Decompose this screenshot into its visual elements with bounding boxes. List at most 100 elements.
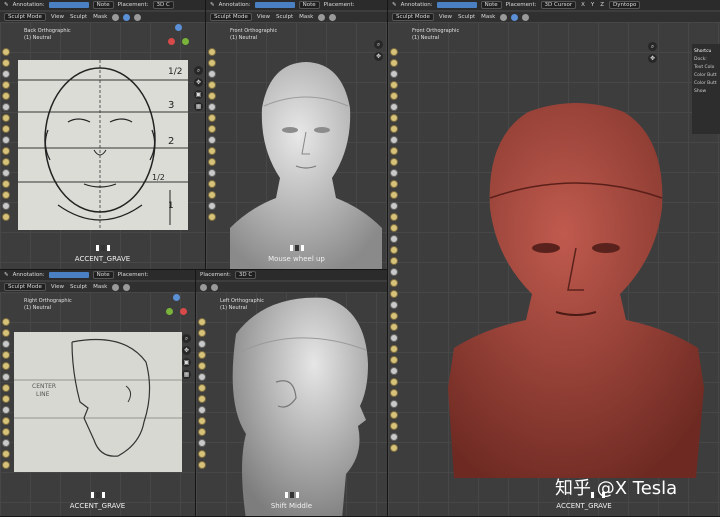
sculpt-toolbar[interactable] xyxy=(388,48,399,452)
head-sculpt-main xyxy=(448,103,704,478)
viewport-area[interactable]: Back Orthographic (1) Neutral ⌕ ✥ ▣ ▦ 1/… xyxy=(0,22,205,269)
brush-icon[interactable] xyxy=(200,283,207,291)
sketch-side-label: LINE xyxy=(36,391,50,398)
camera-icon[interactable]: ▣ xyxy=(182,358,191,367)
flatten-brush-icon xyxy=(1,92,10,100)
annotation-color-field[interactable] xyxy=(48,272,89,278)
axis-x-icon xyxy=(180,308,187,315)
panel-title: Shortcu xyxy=(694,49,712,54)
reference-sketch-front: 1/2 3 2 1/2 1 xyxy=(18,60,188,230)
pen-icon[interactable]: ✎ xyxy=(4,272,9,278)
scrape-brush-icon xyxy=(1,114,10,122)
viewport-area[interactable]: Front Orthographic (1) Neutral ⌕ ✥ Mouse… xyxy=(206,22,387,269)
annotation-color-field[interactable] xyxy=(48,2,89,8)
viewport-area[interactable]: Right Orthographic (1) Neutral ⌕ ✥ ▣ ▦ C… xyxy=(0,292,195,516)
placement-dropdown[interactable]: 3D C xyxy=(234,271,257,279)
pan-icon[interactable]: ✥ xyxy=(648,54,657,63)
viewport-header: Sculpt Mode View Sculpt Mask xyxy=(388,12,720,22)
thumb-brush-icon xyxy=(1,158,10,166)
sculpt-toolbar[interactable] xyxy=(0,48,11,221)
axis-z-toggle[interactable]: Z xyxy=(599,2,605,8)
grid-icon[interactable]: ▦ xyxy=(194,102,203,111)
nudge-brush-icon xyxy=(1,169,10,177)
menu-sculpt[interactable]: Sculpt xyxy=(275,14,294,20)
placement-dropdown[interactable]: 3D Cursor xyxy=(540,1,577,9)
menu-sculpt[interactable]: Sculpt xyxy=(69,14,88,20)
sculpt-toolbar[interactable] xyxy=(0,318,11,469)
pen-icon[interactable]: ✎ xyxy=(210,2,215,8)
brush-icon[interactable] xyxy=(112,283,120,291)
menu-mask[interactable]: Mask xyxy=(92,284,108,290)
menu-sculpt[interactable]: Sculpt xyxy=(69,284,88,290)
shading-icon[interactable] xyxy=(329,13,337,21)
viewport-right[interactable]: ✎ Annotation: Note Placement: Sculpt Mod… xyxy=(0,270,196,517)
menu-view[interactable]: View xyxy=(256,14,271,20)
pen-icon[interactable]: ✎ xyxy=(4,2,9,8)
note-dropdown[interactable]: Note xyxy=(298,1,320,9)
watermark-text: 知乎 @X Tesla xyxy=(555,478,678,499)
color-button-label-2: Color Butt xyxy=(694,81,717,86)
zoom-icon[interactable]: ⌕ xyxy=(374,40,383,49)
axis-gizmo[interactable] xyxy=(164,292,190,332)
note-dropdown[interactable]: Note xyxy=(92,271,114,279)
note-dropdown[interactable]: Note xyxy=(480,1,502,9)
axis-x-toggle[interactable]: X xyxy=(580,2,586,8)
brush-icon[interactable] xyxy=(112,13,120,21)
menu-mask[interactable]: Mask xyxy=(298,14,314,20)
brush-icon[interactable] xyxy=(318,13,326,21)
color-button-label: Color Butt xyxy=(694,73,717,78)
snake-hook-brush-icon xyxy=(1,147,10,155)
sculpt-toolbar[interactable] xyxy=(196,318,207,469)
axis-y-icon xyxy=(166,308,173,315)
dock-label: Dock: xyxy=(694,57,707,62)
pan-icon[interactable]: ✥ xyxy=(182,346,191,355)
viewport-header: Sculpt Mode View Sculpt Mask xyxy=(0,282,195,292)
viewport-left[interactable]: Placement: 3D C Left Orthographic (1) Ne… xyxy=(196,270,388,517)
viewport-area[interactable]: Front Orthographic (1) Neutral ⌕ ✥ Short… xyxy=(388,22,720,516)
axis-gizmo[interactable] xyxy=(166,22,192,62)
shading-icon[interactable] xyxy=(123,283,131,291)
zoom-icon[interactable]: ⌕ xyxy=(182,334,191,343)
annotation-color-field[interactable] xyxy=(436,2,477,8)
shading-icon[interactable] xyxy=(211,283,218,291)
viewport-back[interactable]: ✎ Annotation: Note Placement: 3D C Sculp… xyxy=(0,0,206,270)
mode-dropdown[interactable]: Sculpt Mode xyxy=(4,283,46,291)
menu-view[interactable]: View xyxy=(50,14,65,20)
viewport-area[interactable]: Left Orthographic (1) Neutral Shift Midd… xyxy=(196,292,387,516)
text-color-label: Text Colo xyxy=(694,65,715,70)
annotation-color-field[interactable] xyxy=(254,2,295,8)
key-indicator-icon xyxy=(289,245,304,251)
sculpt-toolbar[interactable] xyxy=(206,48,217,221)
camera-icon[interactable]: ▣ xyxy=(194,90,203,99)
menu-mask[interactable]: Mask xyxy=(92,14,108,20)
menu-sculpt[interactable]: Sculpt xyxy=(457,14,476,20)
shading-icon[interactable] xyxy=(134,13,142,21)
menu-view[interactable]: View xyxy=(50,284,65,290)
note-dropdown[interactable]: Note xyxy=(92,1,114,9)
mode-dropdown[interactable]: Sculpt Mode xyxy=(392,13,434,21)
rotate-brush-icon xyxy=(1,180,10,188)
shortcut-display: Shift Middle xyxy=(270,502,313,510)
menu-view[interactable]: View xyxy=(438,14,453,20)
zoom-icon[interactable]: ⌕ xyxy=(648,42,657,51)
key-indicator-icon xyxy=(90,492,105,498)
viewport-front[interactable]: ✎ Annotation: Note Placement: Sculpt Mod… xyxy=(206,0,388,270)
sketch-mark: 1/2 xyxy=(152,173,165,182)
mode-dropdown[interactable]: Sculpt Mode xyxy=(4,13,46,21)
menu-mask[interactable]: Mask xyxy=(480,14,496,20)
overlay-icon[interactable] xyxy=(511,13,519,21)
brush-icon[interactable] xyxy=(500,13,508,21)
show-checkbox[interactable]: Show xyxy=(694,89,718,94)
axis-y-toggle[interactable]: Y xyxy=(590,2,595,8)
shading-icon[interactable] xyxy=(522,13,530,21)
mode-dropdown[interactable]: Sculpt Mode xyxy=(210,13,252,21)
pen-icon[interactable]: ✎ xyxy=(392,2,397,8)
overlay-icon[interactable] xyxy=(123,13,131,21)
zoom-icon[interactable]: ⌕ xyxy=(194,66,203,75)
shortcut-display: ACCENT_GRAVE xyxy=(556,502,612,510)
dyntopo-dropdown[interactable]: Dyntopo xyxy=(609,1,641,9)
placement-dropdown[interactable]: 3D C xyxy=(152,1,174,9)
grid-icon[interactable]: ▦ xyxy=(182,370,191,379)
viewport-main[interactable]: ✎ Annotation: Note Placement: 3D Cursor … xyxy=(388,0,720,517)
pan-icon[interactable]: ✥ xyxy=(194,78,203,87)
